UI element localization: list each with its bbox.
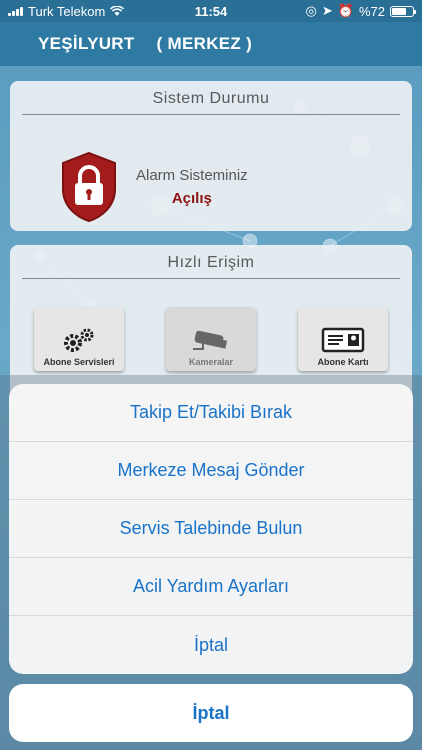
branch-title: ( MERKEZ ) bbox=[156, 34, 253, 53]
alarm-text-block: Alarm Sisteminiz Açılış bbox=[136, 167, 248, 207]
orientation-lock-icon: ◎ bbox=[305, 3, 317, 18]
alarm-status-row: Alarm Sisteminiz Açılış bbox=[60, 151, 248, 223]
clock: 11:54 bbox=[194, 3, 228, 19]
follow-toggle-option[interactable]: Takip Et/Takibi Bırak bbox=[9, 384, 413, 442]
camera-icon bbox=[193, 330, 228, 350]
send-message-option[interactable]: Merkeze Mesaj Gönder bbox=[9, 442, 413, 500]
location-icon: ➤ bbox=[321, 3, 333, 18]
service-request-option[interactable]: Servis Talebinde Bulun bbox=[9, 500, 413, 558]
lock-shield-icon bbox=[62, 151, 116, 223]
cameras-label: Kameralar bbox=[188, 357, 234, 367]
subscriber-card-label: Abone Kartı bbox=[317, 357, 369, 367]
app-header: YEŞİLYURT ( MERKEZ ) bbox=[0, 22, 422, 66]
gears-icon bbox=[64, 328, 94, 352]
wifi-icon bbox=[110, 5, 125, 16]
quick-access-buttons: Abone Servisleri Kameralar Abone Kartı bbox=[34, 307, 388, 371]
subscriber-services-button[interactable]: Abone Servisleri bbox=[34, 307, 124, 371]
signal-icon bbox=[8, 6, 23, 16]
system-status-card: Sistem Durumu Alarm Sisteminiz Açılış bbox=[10, 81, 412, 231]
location-title: YEŞİLYURT bbox=[38, 34, 135, 53]
cancel-option[interactable]: İptal bbox=[9, 616, 413, 674]
status-bar: Turk Telekom 11:54 ◎ ➤ ⏰ %72 bbox=[0, 0, 422, 22]
id-card-icon bbox=[321, 327, 365, 353]
battery-fill bbox=[392, 7, 407, 15]
system-status-title: Sistem Durumu bbox=[22, 81, 400, 115]
status-right: ◎ ➤ ⏰ %72 bbox=[305, 3, 416, 19]
cameras-button[interactable]: Kameralar bbox=[166, 307, 256, 371]
quick-access-title: Hızlı Erişim bbox=[22, 245, 400, 279]
emergency-settings-option[interactable]: Acil Yardım Ayarları bbox=[9, 558, 413, 616]
action-sheet: Takip Et/Takibi Bırak Merkeze Mesaj Gönd… bbox=[9, 384, 413, 674]
subscriber-services-label: Abone Servisleri bbox=[43, 357, 115, 367]
cancel-button[interactable]: İptal bbox=[9, 684, 413, 742]
battery-icon bbox=[390, 5, 416, 17]
carrier-label: Turk Telekom bbox=[28, 3, 106, 19]
alarm-system-label: Alarm Sisteminiz bbox=[136, 167, 248, 184]
alarm-clock-icon: ⏰ bbox=[337, 3, 354, 18]
status-left: Turk Telekom bbox=[8, 3, 125, 19]
battery-percent: %72 bbox=[358, 3, 385, 19]
subscriber-card-button[interactable]: Abone Kartı bbox=[298, 307, 388, 371]
alarm-status-value: Açılış bbox=[171, 190, 212, 207]
